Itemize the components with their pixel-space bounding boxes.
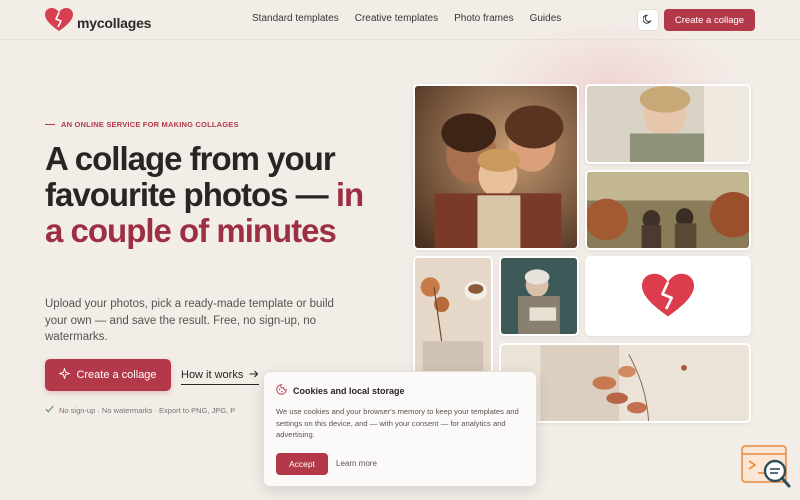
moon-icon [642, 11, 653, 29]
main-nav: Standard templates Creative templates Ph… [252, 13, 561, 24]
nav-photo-frames[interactable]: Photo frames [454, 13, 513, 24]
cookie-title: Cookies and local storage [293, 385, 405, 396]
cookie-banner: Cookies and local storage We use cookies… [263, 371, 537, 487]
feature-list: No sign-up · No watermarks · Export to P… [45, 405, 235, 415]
eyebrow-text: AN ONLINE SERVICE FOR MAKING COLLAGES [61, 120, 239, 129]
heart-logo-icon [642, 273, 694, 319]
collage-photo-child [585, 84, 751, 164]
collage-heart-tile [585, 256, 751, 336]
sparkle-icon [58, 366, 72, 382]
cookie-body-text: We use cookies and your browser's memory… [276, 407, 519, 440]
brand-name: mycollages [77, 14, 152, 31]
heart-logo-icon [45, 8, 73, 37]
theme-toggle-button[interactable] [637, 9, 659, 31]
collage-photo-family [413, 84, 579, 250]
hero-headline: A collage from your favourite photos — i… [45, 141, 385, 249]
brand-logo[interactable]: mycollages [45, 8, 151, 37]
eyebrow-divider [45, 124, 55, 125]
nav-standard-templates[interactable]: Standard templates [252, 13, 339, 24]
hero-eyebrow: AN ONLINE SERVICE FOR MAKING COLLAGES [45, 120, 239, 129]
how-it-works-link[interactable]: How it works [181, 369, 260, 385]
hero-subtext: Upload your photos, pick a ready-made te… [45, 298, 334, 343]
create-collage-button[interactable]: Create a collage [45, 359, 171, 391]
nav-guides[interactable]: Guides [530, 13, 562, 24]
check-icon [45, 405, 54, 415]
create-collage-label: Create a collage [76, 369, 157, 381]
header-create-collage-button[interactable]: Create a collage [664, 9, 755, 31]
site-header: mycollages Standard templates Creative t… [0, 0, 800, 40]
headline-main: A collage from your favourite photos — [45, 140, 336, 213]
cookie-title-row: Cookies and local storage [276, 384, 405, 397]
cookie-icon [276, 384, 287, 397]
feature-text: No sign-up · No watermarks · Export to P… [59, 405, 236, 415]
arrow-right-icon [249, 369, 259, 381]
collage-photo-grandparents [499, 256, 579, 336]
how-it-works-label: How it works [181, 369, 244, 381]
learn-more-link[interactable]: Learn more [336, 459, 377, 468]
search-widget-icon[interactable] [741, 445, 791, 489]
collage-photo-autumn-walk [585, 170, 751, 250]
collage-photo-still-life [413, 256, 493, 374]
accept-cookies-button[interactable]: Accept [276, 453, 328, 475]
nav-creative-templates[interactable]: Creative templates [355, 13, 438, 24]
